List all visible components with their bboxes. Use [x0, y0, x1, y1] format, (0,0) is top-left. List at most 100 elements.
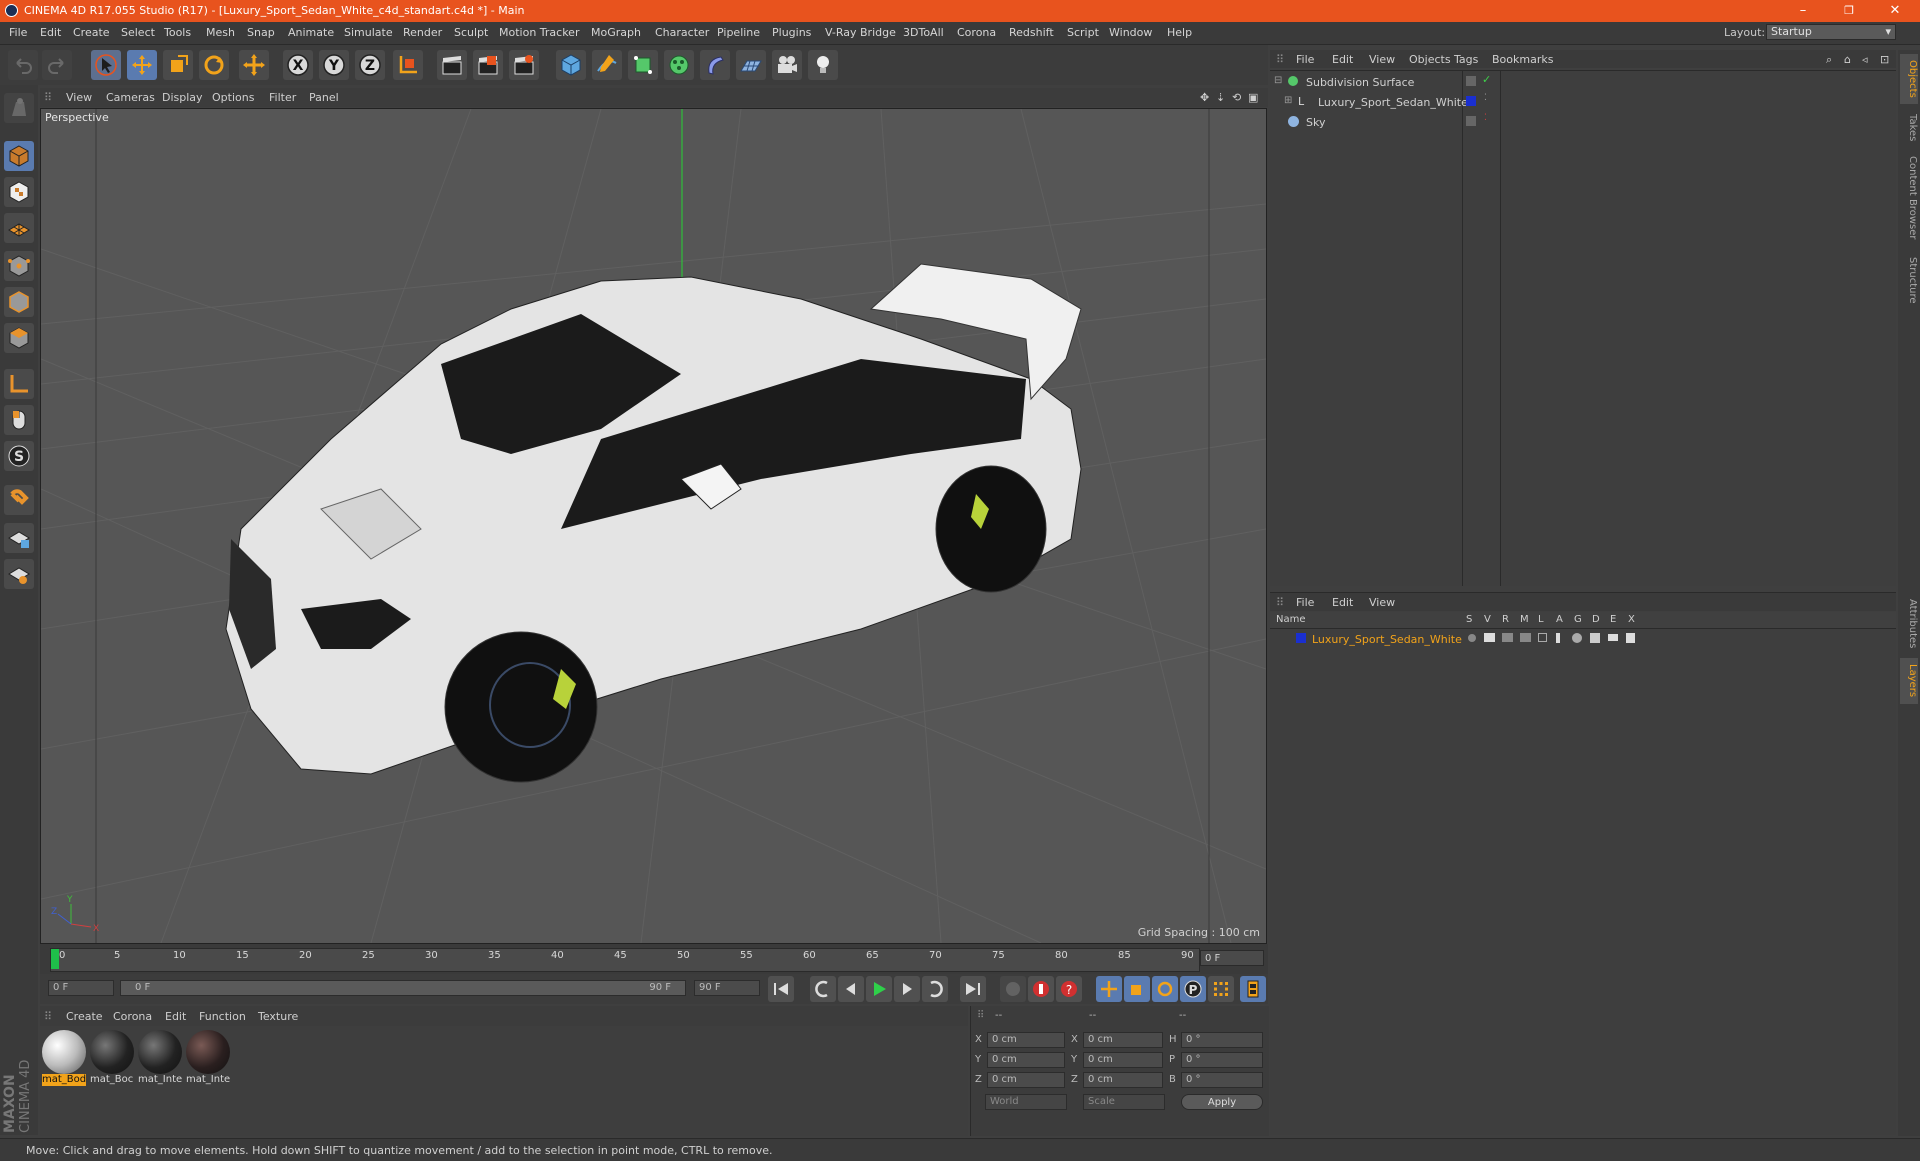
floor-button[interactable] — [736, 50, 766, 80]
material-swatch[interactable]: mat_Inte — [186, 1030, 230, 1086]
tweak-mode-button[interactable] — [4, 405, 34, 435]
redo-button[interactable] — [42, 50, 72, 80]
manager-icon[interactable] — [1520, 633, 1531, 642]
menu-corona[interactable]: Corona — [957, 26, 996, 39]
material-menu-texture[interactable]: Texture — [258, 1010, 298, 1023]
menu-plugins[interactable]: Plugins — [772, 26, 811, 39]
search-icon[interactable]: ⌕ — [1826, 53, 1832, 67]
xref-icon[interactable] — [1626, 633, 1635, 643]
rotation-p-field[interactable]: 0 ° — [1181, 1052, 1263, 1068]
menu-tools[interactable]: Tools — [164, 26, 191, 39]
object-menu-bookmarks[interactable]: Bookmarks — [1492, 53, 1553, 66]
object-menu-tags[interactable]: Tags — [1454, 53, 1478, 66]
x-axis-lock-button[interactable]: X — [283, 50, 313, 80]
viewport-menu-options[interactable]: Options — [212, 91, 254, 104]
recent-tool-button[interactable] — [239, 50, 269, 80]
enabled-check-icon[interactable]: ✓ — [1482, 73, 1491, 86]
cube-object-button[interactable] — [556, 50, 586, 80]
end-frame-field[interactable]: 90 F — [694, 980, 760, 996]
viewport-maximize-icon[interactable]: ▣ — [1248, 91, 1258, 104]
tab-layers[interactable]: Layers — [1900, 658, 1918, 704]
start-frame-field[interactable]: 0 F — [48, 980, 114, 996]
animation-icon[interactable] — [1556, 633, 1560, 643]
tab-attributes[interactable]: Attributes — [1900, 590, 1918, 658]
play-button[interactable] — [866, 976, 892, 1002]
polygons-mode-button[interactable] — [4, 323, 34, 353]
coordinate-mode-dropdown[interactable]: World — [985, 1094, 1067, 1110]
menu-redshift[interactable]: Redshift — [1009, 26, 1054, 39]
key-pla-button[interactable] — [1208, 976, 1234, 1002]
lock-icon[interactable] — [1538, 633, 1547, 642]
tree-row-subdivision-surface[interactable]: ⊟ Subdivision Surface ✓ — [1270, 73, 1896, 91]
menu-snap[interactable]: Snap — [247, 26, 275, 39]
coordinate-system-button[interactable] — [393, 50, 423, 80]
position-x-field[interactable]: 0 cm — [987, 1032, 1065, 1048]
layer-tag-icon[interactable] — [1466, 76, 1476, 86]
menu-window[interactable]: Window — [1109, 26, 1152, 39]
size-y-field[interactable]: 0 cm — [1083, 1052, 1163, 1068]
tree-row-sky[interactable]: Sky ⁚ — [1270, 113, 1896, 131]
menu-mesh[interactable]: Mesh — [206, 26, 235, 39]
edges-mode-button[interactable] — [4, 287, 34, 317]
back-icon[interactable]: ◃ — [1862, 53, 1868, 66]
object-menu-file[interactable]: File — [1296, 53, 1314, 66]
solo-toggle-icon[interactable] — [1468, 634, 1476, 642]
menu-render[interactable]: Render — [403, 26, 442, 39]
go-to-start-button[interactable] — [768, 976, 794, 1002]
render-view-button[interactable] — [437, 50, 467, 80]
light-button[interactable] — [808, 50, 838, 80]
layer-menu-view[interactable]: View — [1369, 596, 1395, 609]
object-menu-view[interactable]: View — [1369, 53, 1395, 66]
pen-spline-button[interactable] — [592, 50, 622, 80]
collapse-icon[interactable]: ⊟ — [1274, 75, 1282, 86]
render-to-picture-viewer-button[interactable] — [473, 50, 503, 80]
frame-range-slider[interactable]: 0 F 90 F — [120, 980, 686, 996]
y-axis-lock-button[interactable]: Y — [319, 50, 349, 80]
size-x-field[interactable]: 0 cm — [1083, 1032, 1163, 1048]
visibility-dots-icon[interactable]: ⁚ — [1484, 113, 1487, 123]
tab-content-browser[interactable]: Content Browser — [1900, 150, 1918, 246]
tab-objects[interactable]: Objects — [1900, 54, 1918, 104]
expand-icon[interactable]: ⊡ — [1880, 53, 1889, 66]
viewport-zoom-icon[interactable]: ⇣ — [1216, 91, 1225, 104]
restore-button[interactable]: ❐ — [1826, 0, 1872, 22]
key-position-button[interactable] — [1096, 976, 1122, 1002]
expression-icon[interactable] — [1608, 634, 1618, 641]
eye-icon[interactable] — [1484, 633, 1495, 642]
autokeying-button[interactable] — [1028, 976, 1054, 1002]
position-y-field[interactable]: 0 cm — [987, 1052, 1065, 1068]
menu-script[interactable]: Script — [1067, 26, 1099, 39]
menu-3dtoall[interactable]: 3DToAll — [903, 26, 944, 39]
tree-row-car-object[interactable]: ⊞ L Luxury_Sport_Sedan_White ⁚ — [1270, 93, 1896, 111]
material-menu-create[interactable]: Create — [66, 1010, 103, 1023]
menu-select[interactable]: Select — [121, 26, 155, 39]
layer-row[interactable]: Luxury_Sport_Sedan_White — [1270, 630, 1896, 648]
object-menu-objects[interactable]: Objects — [1409, 53, 1451, 66]
generator-icon[interactable] — [1572, 633, 1582, 643]
menu-sculpt[interactable]: Sculpt — [454, 26, 488, 39]
viewport-move-icon[interactable]: ✥ — [1200, 91, 1209, 104]
rotation-b-field[interactable]: 0 ° — [1181, 1072, 1263, 1088]
layout-dropdown[interactable]: Startup ▾ — [1766, 24, 1896, 40]
car-model[interactable] — [225, 263, 1082, 783]
key-parameter-button[interactable]: P — [1180, 976, 1206, 1002]
next-key-button[interactable] — [922, 976, 948, 1002]
planar-workplane-button[interactable] — [4, 559, 34, 589]
tab-takes[interactable]: Takes — [1900, 108, 1918, 148]
keyframe-selection-button[interactable]: ? — [1056, 976, 1082, 1002]
undo-button[interactable] — [8, 50, 38, 80]
viewport-menu-view[interactable]: View — [66, 91, 92, 104]
camera-button[interactable] — [772, 50, 802, 80]
viewport-menu-display[interactable]: Display — [162, 91, 203, 104]
viewport-rotate-icon[interactable]: ⟲ — [1232, 91, 1241, 104]
next-frame-button[interactable] — [894, 976, 920, 1002]
menu-edit[interactable]: Edit — [40, 26, 61, 39]
texture-mode-button[interactable] — [4, 177, 34, 207]
minimize-button[interactable]: – — [1780, 0, 1826, 22]
z-axis-lock-button[interactable]: Z — [355, 50, 385, 80]
live-selection-button[interactable] — [91, 50, 121, 80]
expand-icon[interactable]: ⊞ — [1284, 95, 1292, 106]
timeline-ruler[interactable]: 0 5 10 15 20 25 30 35 40 45 50 55 60 65 … — [50, 948, 1200, 972]
home-icon[interactable]: ⌂ — [1844, 53, 1851, 66]
subdivision-surface-button[interactable] — [628, 50, 658, 80]
